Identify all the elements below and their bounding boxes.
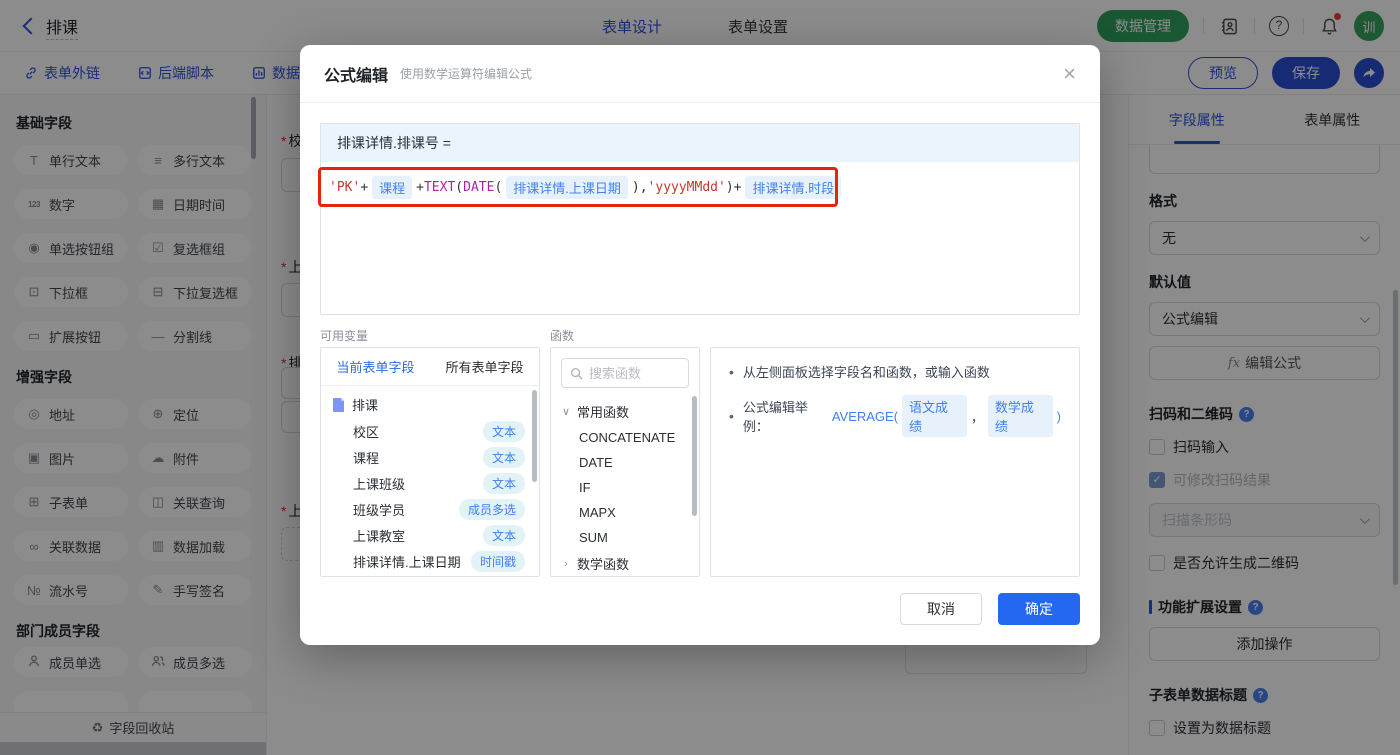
var-tab-all[interactable]: 所有表单字段 <box>430 348 539 385</box>
function-group-common[interactable]: ∨ 常用函数 <box>551 398 699 425</box>
formula-modal: 公式编辑 使用数学运算符编辑公式 × 排课详情.排课号 = 'PK' + 课程 … <box>300 45 1100 645</box>
var-field-row[interactable]: 校区 文本 <box>321 418 539 444</box>
formula-function-token: DATE <box>463 179 495 195</box>
var-field-row[interactable]: 课程 文本 <box>321 444 539 470</box>
field-type-badge: 成员多选 <box>458 498 525 520</box>
cancel-button[interactable]: 取消 <box>900 593 982 625</box>
formula-operator-token: + <box>360 179 369 195</box>
field-type-badge: 文本 <box>482 524 525 546</box>
function-tree: ∨ 常用函数 CONCATENATE DATE IF MAPX SUM › 数学函数… <box>551 398 699 576</box>
chevron-expanded-icon: ∨ <box>561 406 571 418</box>
var-field-row[interactable]: 上课教室 文本 <box>321 522 539 548</box>
formula-paren-token: ) <box>631 179 640 195</box>
formula-input-area[interactable]: 'PK' + 课程 + TEXT ( DATE ( 排课详情.上课日期 ) , … <box>318 162 1079 314</box>
close-icon[interactable]: × <box>1063 62 1076 85</box>
formula-editor: 排课详情.排课号 = 'PK' + 课程 + TEXT ( DATE ( 排课详… <box>318 123 1080 315</box>
search-icon <box>570 367 583 380</box>
var-field-row[interactable]: 排课详情.上课日期 时间戳 <box>321 548 539 574</box>
field-chip: 排课详情.时段 <box>745 175 842 199</box>
bullet-icon: • <box>729 363 734 380</box>
functions-panel: ∨常用函数 CONCATENATE DATE IF MAPX SUM ›数学函数… <box>550 347 700 577</box>
variables-tabs: 当前表单字段 所有表单字段 <box>321 348 539 386</box>
function-item-if[interactable]: IF <box>551 475 699 500</box>
document-icon <box>333 397 344 412</box>
modal-subtitle: 使用数学运算符编辑公式 <box>400 67 533 81</box>
function-group-math[interactable]: › 数学函数 <box>551 550 699 576</box>
function-search-input[interactable] <box>589 365 679 381</box>
example-chip: 语文成绩 <box>902 395 967 437</box>
var-tab-current[interactable]: 当前表单字段 <box>321 348 430 385</box>
tip-item: • 公式编辑举例： AVERAGE( 语文成绩 ， 数学成绩 ) <box>729 395 1061 437</box>
formula-string-token: 'PK' <box>329 179 361 195</box>
function-search-box <box>561 358 689 388</box>
function-item-sum[interactable]: SUM <box>551 525 699 550</box>
field-type-badge: 文本 <box>482 420 525 442</box>
modal-header: 公式编辑 使用数学运算符编辑公式 × <box>300 45 1100 103</box>
field-type-badge: 时间戳 <box>470 550 525 572</box>
functions-label: 函数 <box>550 329 575 343</box>
field-type-badge: 文本 <box>482 446 525 468</box>
formula-paren-token: ( <box>494 179 503 195</box>
var-field-row[interactable]: 上课班级 文本 <box>321 470 539 496</box>
variables-scrollbar[interactable] <box>532 390 537 482</box>
confirm-button[interactable]: 确定 <box>998 593 1080 625</box>
field-type-badge: 文本 <box>482 472 525 494</box>
formula-paren-token: ) <box>725 179 734 195</box>
chevron-collapsed-icon: › <box>564 557 568 570</box>
formula-paren-token: ( <box>455 179 464 195</box>
field-chip: 课程 <box>372 175 413 199</box>
formula-comma-token: , <box>639 179 648 195</box>
tips-label-spacer <box>710 327 1080 341</box>
variables-label: 可用变量 <box>320 329 369 343</box>
var-root-item[interactable]: 排课 <box>321 391 539 418</box>
example-chip: 数学成绩 <box>987 395 1053 437</box>
formula-string-token: 'yyyyMMdd' <box>647 179 726 195</box>
function-item-date[interactable]: DATE <box>551 450 699 475</box>
app-root: 排课 表单设计 表单设置 数据管理 ? 训 表单外链 后端脚本 数据权 预览 保… <box>0 0 1400 755</box>
bullet-icon: • <box>729 408 734 424</box>
tip-item: • 从左侧面板选择字段名和函数，或输入函数 <box>729 363 990 381</box>
function-item-concatenate[interactable]: CONCATENATE <box>551 425 699 450</box>
formula-expression[interactable]: 'PK' + 课程 + TEXT ( DATE ( 排课详情.上课日期 ) , … <box>329 174 845 200</box>
formula-operator-token: + <box>733 179 742 195</box>
functions-scrollbar[interactable] <box>692 396 697 516</box>
formula-operator-token: + <box>416 179 424 195</box>
modal-footer: 取消 确定 <box>900 593 1080 625</box>
function-item-mapx[interactable]: MAPX <box>551 500 699 525</box>
variables-panel: 当前表单字段 所有表单字段 排课 校区 文本 课程 文本 上课班级 文本 班级学员 成员… <box>320 347 540 577</box>
variables-list: 排课 校区 文本 课程 文本 上课班级 文本 班级学员 成员多选 上课教室 文本 排课详情… <box>321 386 539 576</box>
formula-function-token: TEXT <box>423 179 456 195</box>
modal-title: 公式编辑 <box>324 67 389 85</box>
field-chip: 排课详情.上课日期 <box>506 175 628 199</box>
var-field-row[interactable]: 班级学员 成员多选 <box>321 496 539 522</box>
tips-panel: • 从左侧面板选择字段名和函数，或输入函数 • 公式编辑举例： AVERAGE(… <box>710 347 1080 577</box>
formula-target: 排课详情.排课号 = <box>321 124 1079 162</box>
example-function: AVERAGE( <box>831 408 899 424</box>
